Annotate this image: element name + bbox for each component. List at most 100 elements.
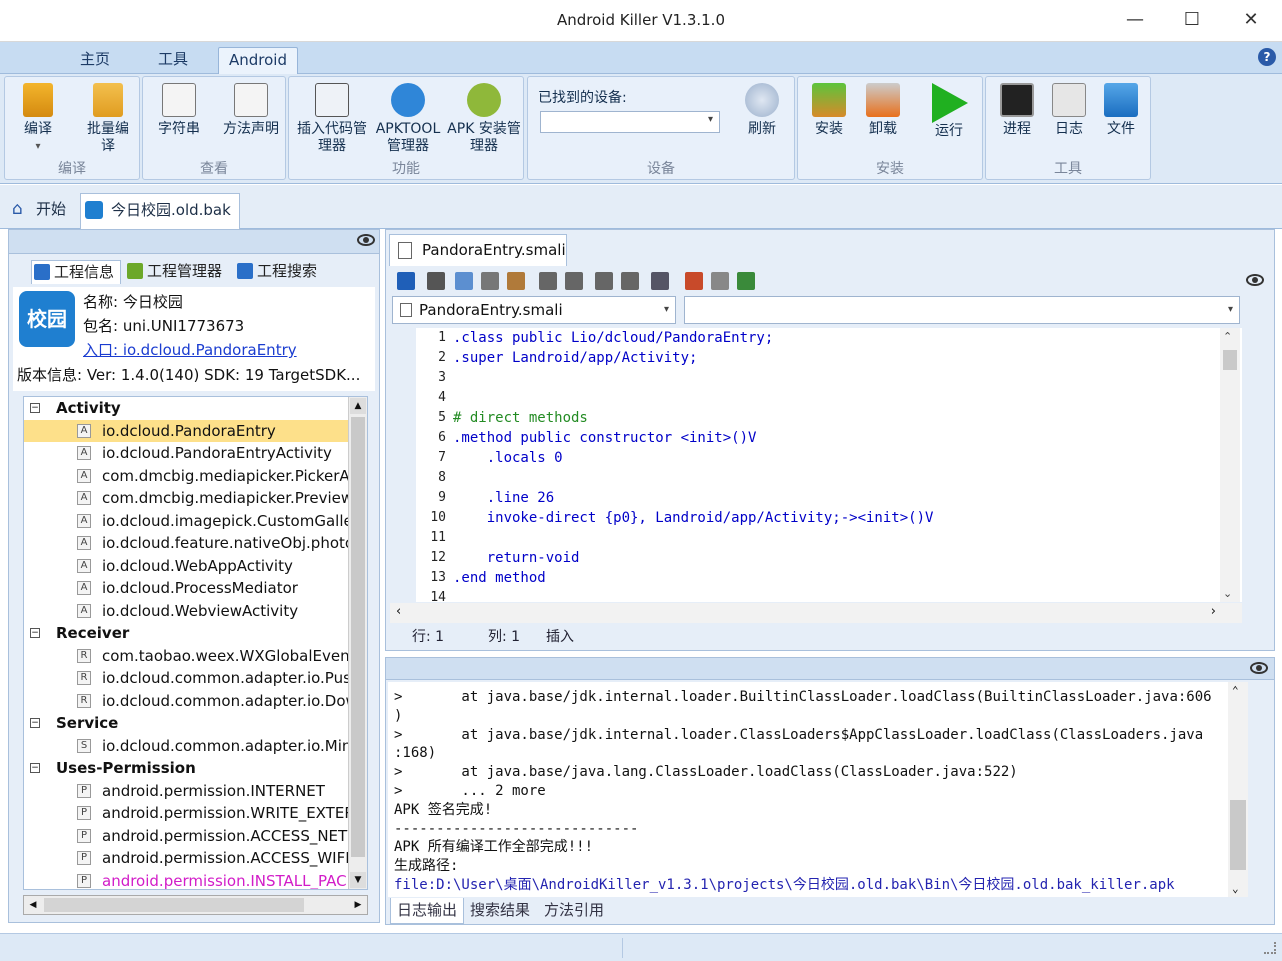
tab-project[interactable]: 今日校园.old.bak xyxy=(80,193,240,229)
compile-button[interactable]: 编译 ▾ xyxy=(13,83,63,155)
bottle-icon[interactable] xyxy=(737,272,755,290)
apk-install-manager-button[interactable]: APK 安装管理器 xyxy=(447,83,521,155)
undo-icon[interactable] xyxy=(539,272,557,290)
scroll-thumb[interactable] xyxy=(1223,350,1237,370)
scroll-down-icon[interactable]: ⌄ xyxy=(1223,587,1232,600)
status-bar xyxy=(0,933,1282,961)
tree-item[interactable]: Pandroid.permission.INTERNET xyxy=(24,780,350,802)
help-icon[interactable]: ? xyxy=(1258,48,1276,66)
list-icon[interactable] xyxy=(711,272,729,290)
cut-icon[interactable] xyxy=(481,272,499,290)
tree-item[interactable]: Pandroid.permission.ACCESS_WIFI_STATE xyxy=(24,847,350,869)
close-button[interactable]: ✕ xyxy=(1236,8,1266,34)
back-icon[interactable] xyxy=(595,272,613,290)
tree-item[interactable]: Rio.dcloud.common.adapter.io.PushReceive… xyxy=(24,667,350,689)
file-select[interactable]: PandoraEntry.smali ▾ xyxy=(392,296,676,324)
tree-item[interactable]: Sio.dcloud.common.adapter.io.MiniServerS… xyxy=(24,735,350,757)
tree-item[interactable]: Aio.dcloud.feature.nativeObj.photoview xyxy=(24,532,350,554)
tree-item[interactable]: Rio.dcloud.common.adapter.io.DownloadRec… xyxy=(24,690,350,712)
copy-icon[interactable] xyxy=(455,272,473,290)
uninstall-button[interactable]: 卸载 xyxy=(858,83,908,138)
tab-smali-file[interactable]: PandoraEntry.smali xyxy=(389,234,567,266)
refresh-button[interactable]: 刷新 xyxy=(734,83,790,138)
tree-item[interactable]: Pandroid.permission.INSTALL_PACKAGES xyxy=(24,870,350,889)
collapse-icon[interactable]: − xyxy=(30,718,40,728)
scroll-up-icon[interactable]: ⌃ xyxy=(1232,684,1239,697)
run-button[interactable]: 运行 xyxy=(924,83,974,140)
format-icon[interactable] xyxy=(651,272,669,290)
app-entry-link[interactable]: 入口: io.dcloud.PandoraEntry xyxy=(83,339,297,360)
collapse-icon[interactable]: − xyxy=(30,763,40,773)
scroll-down-icon[interactable]: ▼ xyxy=(350,872,366,888)
files-button[interactable]: 文件 xyxy=(1096,83,1146,138)
tab-project-manager[interactable]: 工程管理器 xyxy=(125,260,229,284)
tab-project-search[interactable]: 工程搜索 xyxy=(235,260,331,284)
tree-item[interactable]: Aio.dcloud.WebAppActivity xyxy=(24,555,350,577)
save-icon[interactable] xyxy=(427,272,445,290)
tab-method-refs[interactable]: 方法引用 xyxy=(544,898,604,924)
log-scrollbar[interactable]: ⌃ ⌄ xyxy=(1228,682,1248,897)
install-button[interactable]: 安装 xyxy=(804,83,854,138)
tree-group[interactable]: − Uses-Permission xyxy=(24,757,350,779)
scroll-thumb[interactable] xyxy=(1230,800,1246,870)
collapse-icon[interactable]: − xyxy=(30,628,40,638)
tab-start[interactable]: ⌂ 开始 xyxy=(10,193,66,229)
code-editor[interactable]: 1 .class public Lio/dcloud/PandoraEntry; 2… xyxy=(416,328,1242,602)
tree-item[interactable]: Aio.dcloud.imagepick.CustomGalleryActivi… xyxy=(24,510,350,532)
code-hscrollbar[interactable]: ‹ › xyxy=(390,603,1242,623)
tree-group[interactable]: − Activity xyxy=(24,397,350,419)
process-button[interactable]: 进程 xyxy=(992,83,1042,138)
method-select[interactable]: ▾ xyxy=(684,296,1240,324)
java-icon[interactable] xyxy=(685,272,703,290)
tree-item[interactable]: Acom.dmcbig.mediapicker.PreviewActivity xyxy=(24,487,350,509)
tree-item[interactable]: Rcom.taobao.weex.WXGlobalEventReceiver xyxy=(24,645,350,667)
log-button[interactable]: 日志 xyxy=(1044,83,1094,138)
lock-icon[interactable] xyxy=(397,272,415,290)
tree-scrollbar[interactable]: ▲ ▼ xyxy=(348,397,367,889)
tree-item[interactable]: Aio.dcloud.WebviewActivity xyxy=(24,600,350,622)
tab-home[interactable]: 主页 xyxy=(70,47,120,74)
tree-item[interactable]: Aio.dcloud.ProcessMediator xyxy=(24,577,350,599)
scroll-thumb[interactable] xyxy=(351,417,365,857)
tree-hscrollbar[interactable]: ◀ ▶ xyxy=(23,895,368,915)
eye-icon[interactable] xyxy=(1246,274,1264,286)
scroll-left-icon[interactable]: ◀ xyxy=(25,897,41,913)
device-select[interactable]: ▾ xyxy=(540,111,720,133)
minimize-button[interactable]: — xyxy=(1120,8,1150,34)
log-output[interactable]: > at java.base/jdk.internal.loader.Built… xyxy=(388,682,1248,897)
tree-label: android.permission.INTERNET xyxy=(102,781,325,800)
resize-grip-icon[interactable] xyxy=(1264,942,1276,954)
tree-item[interactable]: Aio.dcloud.PandoraEntry xyxy=(24,419,350,442)
strings-button[interactable]: 字符串 xyxy=(149,83,209,138)
method-decl-button[interactable]: 方法声明 xyxy=(221,83,281,138)
scroll-down-icon[interactable]: ⌄ xyxy=(1232,882,1239,895)
tree-item[interactable]: Aio.dcloud.PandoraEntryActivity xyxy=(24,442,350,464)
paste-icon[interactable] xyxy=(507,272,525,290)
insert-code-manager-button[interactable]: 插入代码管理器 xyxy=(295,83,369,155)
tab-search-results[interactable]: 搜索结果 xyxy=(470,898,530,924)
tab-tools[interactable]: 工具 xyxy=(148,47,198,74)
maximize-button[interactable]: ☐ xyxy=(1177,8,1207,34)
tab-project-info[interactable]: 工程信息 xyxy=(31,260,121,284)
tab-log-output[interactable]: 日志输出 xyxy=(390,898,465,924)
tree-group[interactable]: − Receiver xyxy=(24,622,350,644)
scroll-up-icon[interactable]: ▲ xyxy=(350,398,366,414)
scroll-right-icon[interactable]: › xyxy=(1211,604,1216,619)
scroll-up-icon[interactable]: ⌃ xyxy=(1223,330,1232,343)
forward-icon[interactable] xyxy=(621,272,639,290)
eye-icon[interactable] xyxy=(357,234,375,246)
tree-item[interactable]: Pandroid.permission.WRITE_EXTERNAL_STORA… xyxy=(24,802,350,824)
tree-group[interactable]: − Service xyxy=(24,712,350,734)
scroll-right-icon[interactable]: ▶ xyxy=(350,897,366,913)
code-vscrollbar[interactable]: ⌃ ⌄ xyxy=(1220,328,1240,602)
redo-icon[interactable] xyxy=(565,272,583,290)
batch-compile-button[interactable]: 批量编译 xyxy=(81,83,135,155)
tab-android[interactable]: Android xyxy=(218,47,298,74)
hscroll-thumb[interactable] xyxy=(44,898,304,912)
tree-item[interactable]: Pandroid.permission.ACCESS_NETWORK_STATE xyxy=(24,825,350,847)
eye-icon[interactable] xyxy=(1250,662,1268,674)
scroll-left-icon[interactable]: ‹ xyxy=(396,604,401,619)
collapse-icon[interactable]: − xyxy=(30,403,40,413)
apktool-manager-button[interactable]: APKTOOL管理器 xyxy=(371,83,445,155)
tree-item[interactable]: Acom.dmcbig.mediapicker.PickerActivity xyxy=(24,465,350,487)
